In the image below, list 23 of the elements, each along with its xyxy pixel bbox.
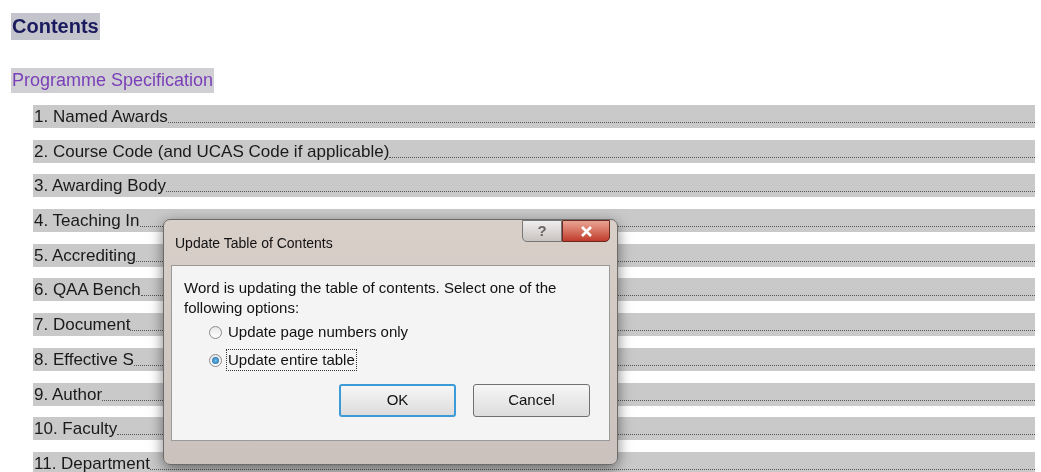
option-label[interactable]: Update entire table	[227, 350, 356, 370]
radio-button[interactable]	[209, 325, 222, 339]
toc-entry[interactable]: 8. Effective S	[34, 348, 134, 371]
toc-entry[interactable]: 4. Teaching In	[34, 210, 140, 233]
toc-entry[interactable]: 9. Author	[34, 383, 103, 406]
toc-entry[interactable]: 11. Department	[34, 452, 150, 472]
close-button[interactable]	[562, 220, 610, 242]
help-button[interactable]: ?	[522, 220, 562, 242]
section-link[interactable]: Programme Specification	[11, 67, 215, 93]
toc-entry[interactable]: 3. Awarding Body	[34, 175, 166, 198]
dialog-title: Update Table of Contents	[175, 234, 334, 253]
toc-entry[interactable]: 7. Document	[34, 314, 131, 337]
dialog-button[interactable]: OK	[339, 384, 456, 417]
dialog-button[interactable]: Cancel	[473, 384, 590, 417]
option-label[interactable]: Update page numbers only	[227, 322, 410, 342]
document-heading: Contents	[11, 12, 100, 40]
radio-button[interactable]	[209, 353, 222, 367]
close-icon	[579, 225, 593, 237]
toc-entry[interactable]: 10. Faculty	[34, 418, 118, 441]
toc-entry[interactable]: 5. Accrediting	[34, 244, 137, 267]
dialog-message: Word is updating the table of contents. Select one of the following options:	[184, 278, 558, 318]
toc-entry[interactable]: 6. QAA Bench	[34, 279, 141, 302]
toc-entry[interactable]: 1. Named Awards	[34, 106, 168, 128]
